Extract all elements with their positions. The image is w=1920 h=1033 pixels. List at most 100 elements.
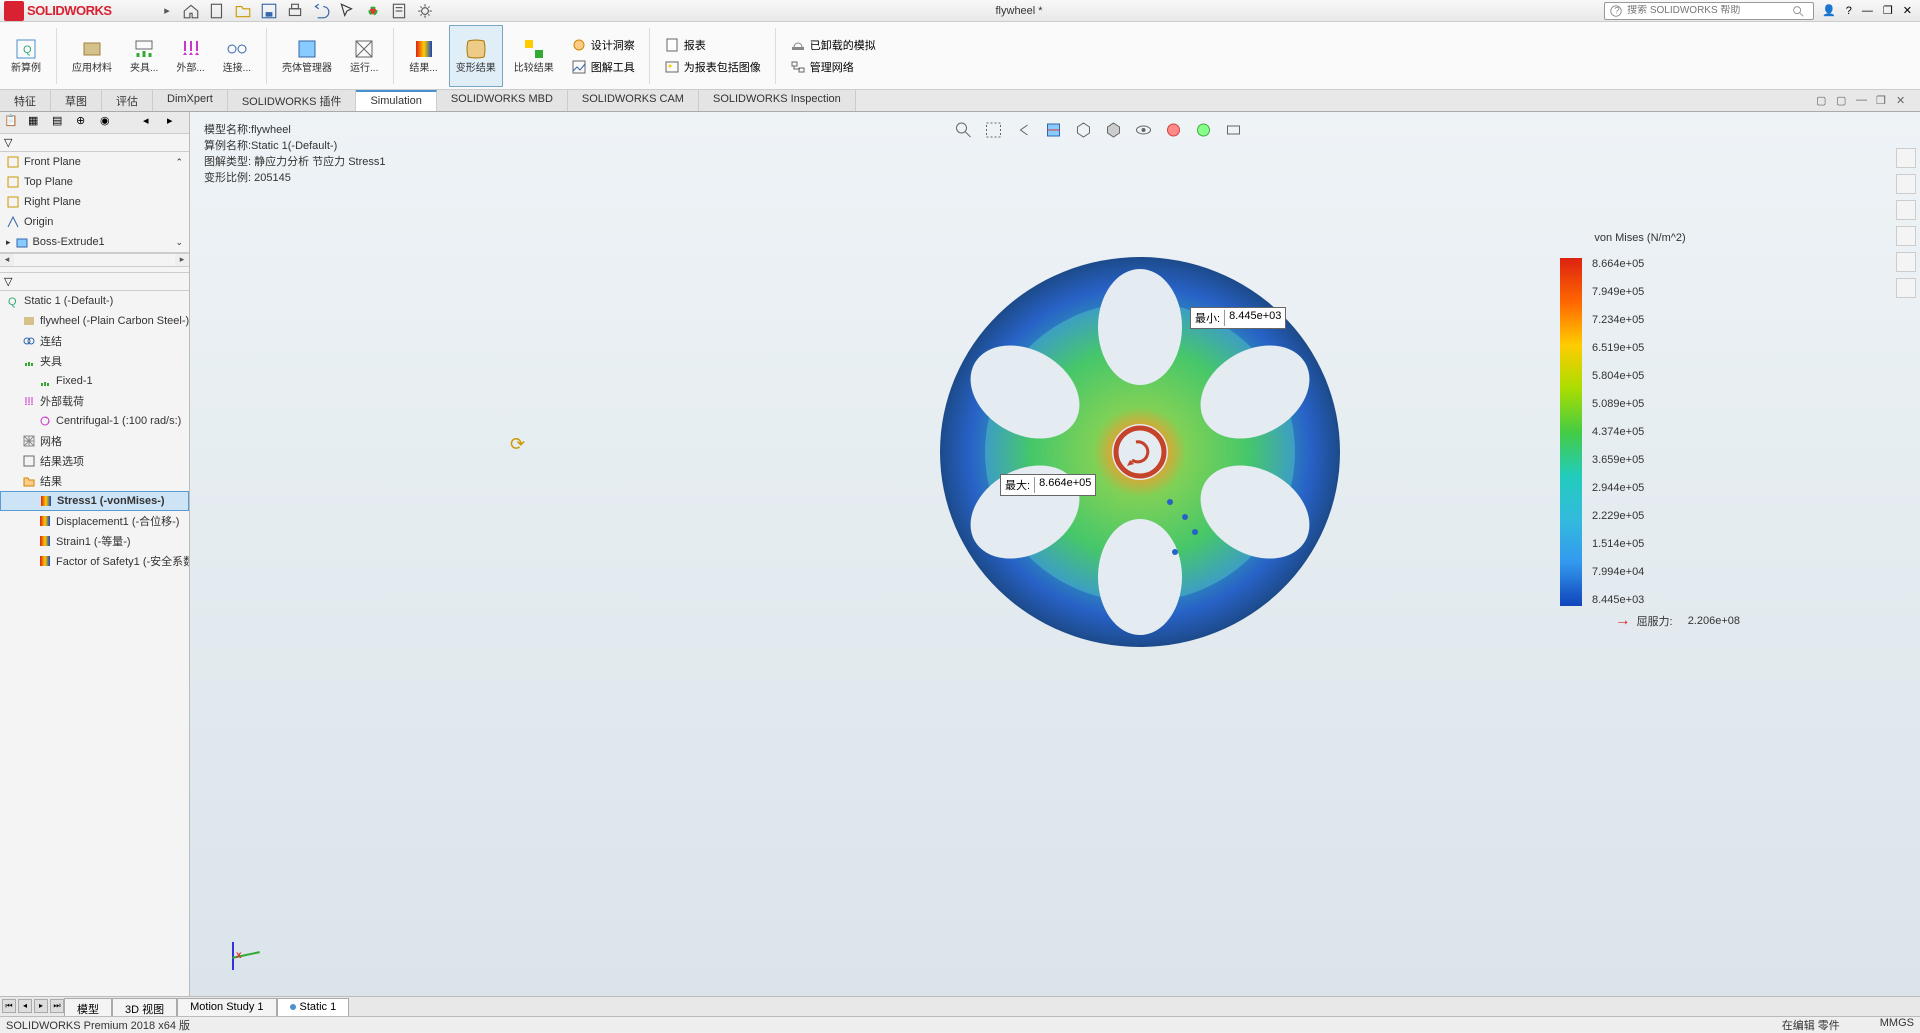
display-tab-icon[interactable]: ◉ xyxy=(100,114,118,132)
tab-evaluate[interactable]: 评估 xyxy=(102,90,153,111)
dimxpert-tab-icon[interactable]: ⊕ xyxy=(76,114,94,132)
tree-result-options[interactable]: 结果选项 xyxy=(0,451,189,471)
open-icon[interactable] xyxy=(234,2,252,20)
results-button[interactable]: 结果... xyxy=(402,25,444,87)
ruler-icon[interactable]: ▢ xyxy=(1816,94,1830,108)
btm-nav-prev[interactable]: ◂ xyxy=(18,999,32,1013)
tree-centrifugal[interactable]: Centrifugal-1 (:100 rad/s:) xyxy=(0,411,189,431)
tree-boss-extrude[interactable]: ▸Boss-Extrude1⌄ xyxy=(0,232,189,252)
rebuild-icon[interactable] xyxy=(364,2,382,20)
undo-icon[interactable] xyxy=(312,2,330,20)
shell-manager-button[interactable]: 壳体管理器 xyxy=(275,25,339,87)
view-orient-icon[interactable] xyxy=(1074,120,1094,140)
run-button[interactable]: 运行... xyxy=(343,25,385,87)
external-load-button[interactable]: 外部... xyxy=(169,25,211,87)
pm-tab-icon[interactable]: ▦ xyxy=(28,114,46,132)
connections-button[interactable]: 连接... xyxy=(216,25,258,87)
tree-results-folder[interactable]: 结果 xyxy=(0,471,189,491)
search-input[interactable] xyxy=(1627,5,1791,16)
btm-tab-static1[interactable]: Static 1 xyxy=(277,998,350,1016)
tree-mesh[interactable]: 网格 xyxy=(0,431,189,451)
rail-appearance-icon[interactable] xyxy=(1896,174,1916,194)
tree-origin[interactable]: Origin xyxy=(0,212,189,232)
tree-connections[interactable]: 连结 xyxy=(0,331,189,351)
home-icon[interactable] xyxy=(182,2,200,20)
login-icon[interactable]: 👤 xyxy=(1822,4,1836,17)
scroll-right-icon[interactable]: ▸ xyxy=(175,254,189,266)
apply-scene-icon[interactable] xyxy=(1194,120,1214,140)
tree-front-plane[interactable]: Front Plane⌃ xyxy=(0,152,189,172)
zoom-area-icon[interactable] xyxy=(984,120,1004,140)
tree-right-plane[interactable]: Right Plane xyxy=(0,192,189,212)
restore-icon[interactable]: ❐ xyxy=(1883,4,1893,17)
btm-tab-model[interactable]: 模型 xyxy=(64,998,112,1016)
print-icon[interactable] xyxy=(286,2,304,20)
probe-max[interactable]: 最大:8.664e+05 xyxy=(1000,474,1096,496)
tab-inspection[interactable]: SOLIDWORKS Inspection xyxy=(699,90,856,111)
tree-external-loads[interactable]: 外部载荷 xyxy=(0,391,189,411)
zoom-fit-icon[interactable] xyxy=(954,120,974,140)
tab-cam[interactable]: SOLIDWORKS CAM xyxy=(568,90,699,111)
deformed-result-button[interactable]: 变形结果 xyxy=(449,25,503,87)
rail-home-icon[interactable] xyxy=(1896,148,1916,168)
window-close-icon[interactable]: ✕ xyxy=(1896,94,1910,108)
probe-min[interactable]: 最小:8.445e+03 xyxy=(1190,307,1286,329)
prev-view-icon[interactable] xyxy=(1014,120,1034,140)
graphics-viewport[interactable]: 模型名称:flywheel 算例名称:Static 1(-Default-) 图… xyxy=(190,112,1920,1002)
tree-stress-plot[interactable]: Stress1 (-vonMises-) xyxy=(0,491,189,511)
search-icon[interactable] xyxy=(1791,4,1805,18)
compare-results-button[interactable]: 比较结果 xyxy=(507,25,561,87)
window-max-icon[interactable]: ❐ xyxy=(1876,94,1890,108)
tree-fixed-1[interactable]: Fixed-1 xyxy=(0,371,189,391)
tab-features[interactable]: 特征 xyxy=(0,90,51,111)
hscrollbar[interactable] xyxy=(14,254,175,266)
apply-material-button[interactable]: 应用材料 xyxy=(65,25,119,87)
window-min-icon[interactable]: — xyxy=(1856,94,1870,108)
tree-strain-plot[interactable]: Strain1 (-等量-) xyxy=(0,531,189,551)
options-icon[interactable] xyxy=(416,2,434,20)
btm-tab-motion[interactable]: Motion Study 1 xyxy=(177,998,276,1016)
tree-nav-right-icon[interactable]: ▸ xyxy=(167,114,185,132)
expand-icon[interactable]: ▢ xyxy=(1836,94,1850,108)
new-study-button[interactable]: Q新算例 xyxy=(4,25,48,87)
offloaded-sim-button[interactable]: 已卸载的模拟 xyxy=(784,35,882,55)
new-doc-icon[interactable] xyxy=(208,2,226,20)
report-button[interactable]: 报表 xyxy=(658,35,767,55)
tree-study[interactable]: QStatic 1 (-Default-) xyxy=(0,291,189,311)
rail-scene-icon[interactable] xyxy=(1896,226,1916,246)
scroll-left-icon[interactable]: ◂ xyxy=(0,254,14,266)
filter2-icon[interactable]: ▽ xyxy=(4,275,12,288)
tab-dimxpert[interactable]: DimXpert xyxy=(153,90,228,111)
tab-addins[interactable]: SOLIDWORKS 插件 xyxy=(228,90,357,111)
rail-custom-icon[interactable] xyxy=(1896,252,1916,272)
design-insight-button[interactable]: 设计洞察 xyxy=(565,35,641,55)
filter-icon[interactable]: ▽ xyxy=(4,136,12,149)
close-icon[interactable]: ✕ xyxy=(1903,4,1912,17)
btm-nav-next[interactable]: ▸ xyxy=(34,999,48,1013)
tree-displacement-plot[interactable]: Displacement1 (-合位移-) xyxy=(0,511,189,531)
search-box[interactable]: ? xyxy=(1604,2,1814,20)
fm-tab-icon[interactable]: 📋 xyxy=(4,114,22,132)
include-image-button[interactable]: 为报表包括图像 xyxy=(658,57,767,77)
tree-fos-plot[interactable]: Factor of Safety1 (-安全系数-) xyxy=(0,551,189,571)
btm-nav-last[interactable]: ⏭ xyxy=(50,999,64,1013)
display-style-icon[interactable] xyxy=(1104,120,1124,140)
help-menu-icon[interactable]: ? xyxy=(1846,5,1852,17)
tab-simulation[interactable]: Simulation xyxy=(356,90,436,111)
tree-fixtures[interactable]: 夹具 xyxy=(0,351,189,371)
select-icon[interactable] xyxy=(338,2,356,20)
edit-appearance-icon[interactable] xyxy=(1164,120,1184,140)
section-view-icon[interactable] xyxy=(1044,120,1064,140)
fixtures-button[interactable]: 夹具... xyxy=(123,25,165,87)
rail-collapse-icon[interactable] xyxy=(1896,278,1916,298)
view-settings-icon[interactable] xyxy=(1224,120,1244,140)
btm-nav-first[interactable]: ⏮ xyxy=(2,999,16,1013)
hide-show-icon[interactable] xyxy=(1134,120,1154,140)
config-tab-icon[interactable]: ▤ xyxy=(52,114,70,132)
menu-dropdown[interactable]: ▸ xyxy=(160,4,174,17)
save-icon[interactable] xyxy=(260,2,278,20)
tree-nav-left-icon[interactable]: ◂ xyxy=(143,114,161,132)
view-triad[interactable]: x xyxy=(220,936,260,976)
status-units[interactable]: MMGS xyxy=(1880,1017,1914,1033)
manage-network-button[interactable]: 管理网络 xyxy=(784,57,882,77)
